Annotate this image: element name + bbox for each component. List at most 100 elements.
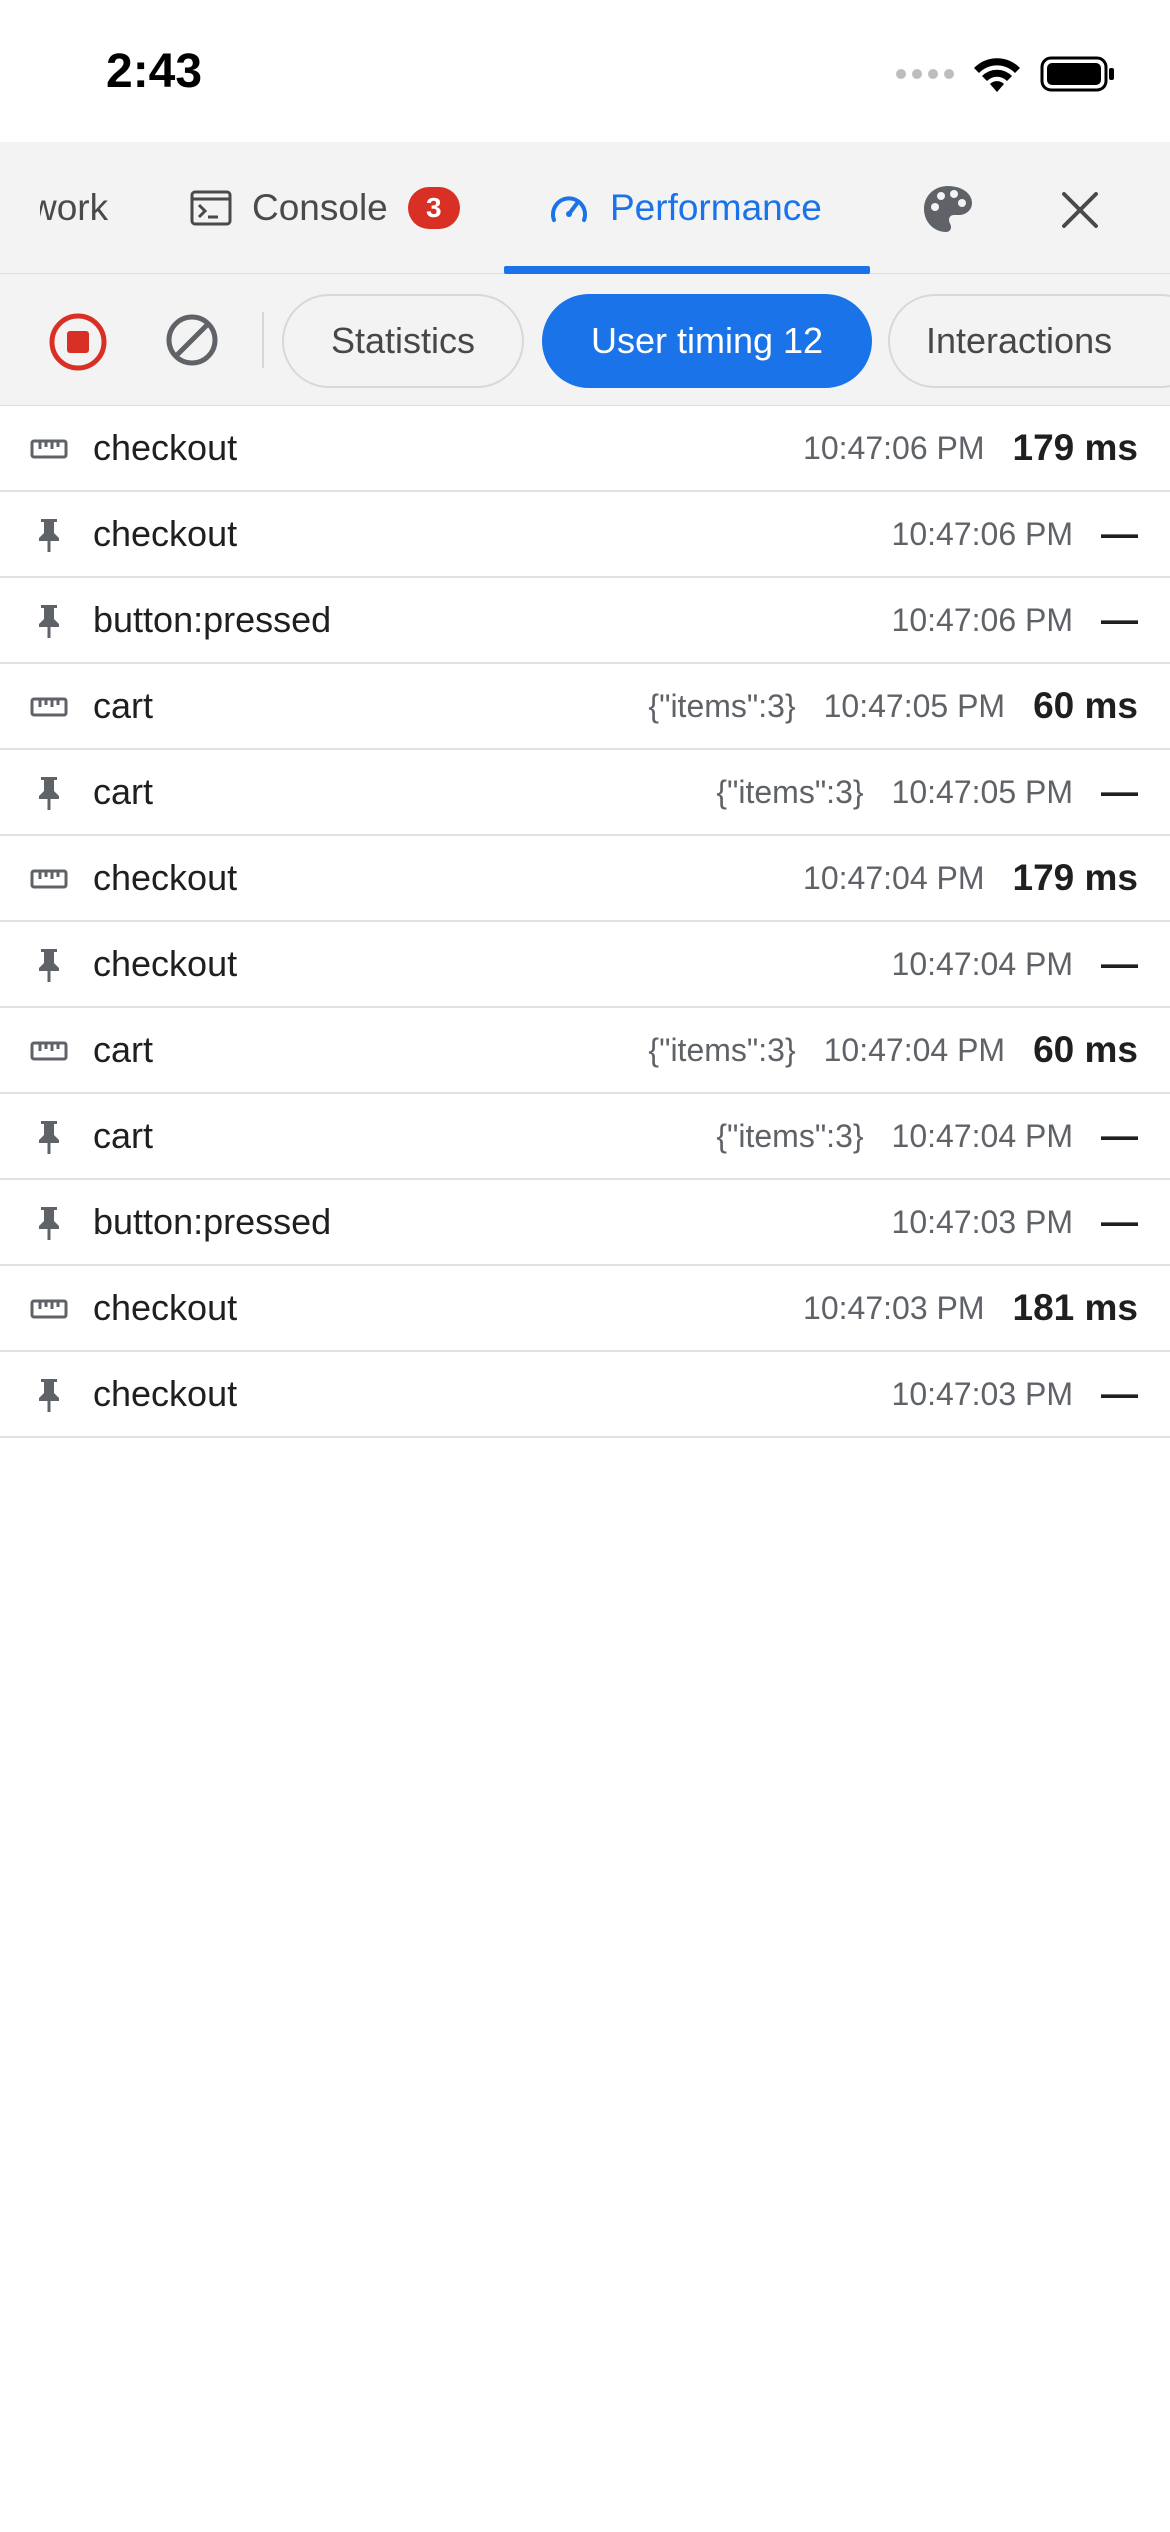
row-duration: —	[1101, 1115, 1138, 1156]
row-meta: {"items":3} 10:47:05 PM —	[716, 771, 1138, 813]
chip-interactions[interactable]: Interactions	[888, 294, 1170, 388]
row-meta: {"items":3} 10:47:05 PM 60 ms	[648, 685, 1138, 727]
console-error-badge: 3	[407, 187, 460, 229]
ruler-icon	[30, 860, 68, 898]
clear-button[interactable]	[164, 312, 220, 368]
table-row[interactable]: checkout 10:47:03 PM —	[0, 1352, 1170, 1438]
user-timing-list: checkout 10:47:06 PM 179 ms checkout 10:47:0…	[0, 406, 1170, 1438]
table-row[interactable]: cart {"items":3} 10:47:05 PM —	[0, 750, 1170, 836]
close-icon[interactable]	[1056, 186, 1104, 234]
row-name: cart	[93, 771, 154, 812]
row-meta: 10:47:03 PM —	[892, 1201, 1138, 1243]
console-icon	[190, 190, 232, 226]
row-name: cart	[93, 1115, 154, 1156]
row-duration: —	[1101, 1373, 1138, 1414]
row-name: cart	[93, 1029, 154, 1070]
row-detail: {"items":3}	[716, 1117, 864, 1154]
row-meta: {"items":3} 10:47:04 PM —	[716, 1115, 1138, 1157]
row-duration: 179 ms	[1012, 857, 1139, 898]
speedometer-icon	[551, 196, 587, 222]
palette-icon[interactable]	[920, 182, 976, 238]
row-timestamp: 10:47:03 PM	[891, 1375, 1073, 1412]
row-timestamp: 10:47:05 PM	[891, 773, 1073, 810]
ruler-icon	[30, 688, 68, 726]
chip-user-timing[interactable]: User timing 12	[542, 294, 872, 388]
row-duration: 60 ms	[1033, 685, 1138, 726]
table-row[interactable]: checkout 10:47:04 PM —	[0, 922, 1170, 1008]
row-meta: 10:47:06 PM 179 ms	[803, 427, 1138, 469]
row-meta: 10:47:04 PM 179 ms	[803, 857, 1138, 899]
row-name: cart	[93, 685, 154, 726]
status-bar: 2:43	[0, 0, 1170, 142]
tab-performance-label: Performance	[610, 187, 822, 228]
chip-statistics[interactable]: Statistics	[282, 294, 524, 388]
row-name: checkout	[93, 1287, 238, 1328]
pin-icon	[30, 1118, 68, 1156]
row-detail: {"items":3}	[648, 1031, 796, 1068]
performance-toolbar: Statistics User timing 12 Interactions	[0, 274, 1170, 406]
row-meta: 10:47:06 PM —	[892, 513, 1138, 555]
wifi-icon	[974, 58, 1020, 92]
active-tab-indicator	[504, 266, 870, 274]
devtools-tab-bar: work Console 3 Performance	[0, 142, 1170, 274]
pin-icon	[30, 774, 68, 812]
table-row[interactable]: cart {"items":3} 10:47:05 PM 60 ms	[0, 664, 1170, 750]
tab-performance[interactable]: Performance	[548, 142, 822, 274]
row-meta: 10:47:03 PM —	[892, 1373, 1138, 1415]
table-row[interactable]: button:pressed 10:47:03 PM —	[0, 1180, 1170, 1266]
tab-console-label: Console	[252, 187, 388, 228]
tab-network-label: work	[30, 187, 109, 228]
table-row[interactable]: button:pressed 10:47:06 PM —	[0, 578, 1170, 664]
table-row[interactable]: checkout 10:47:06 PM 179 ms	[0, 406, 1170, 492]
pin-icon	[30, 1204, 68, 1242]
row-detail: {"items":3}	[716, 773, 864, 810]
row-duration: —	[1101, 943, 1138, 984]
stop-recording-button[interactable]	[48, 312, 108, 372]
battery-icon	[1040, 56, 1114, 92]
toolbar-divider	[262, 312, 264, 368]
row-duration: 179 ms	[1012, 427, 1139, 468]
row-timestamp: 10:47:06 PM	[803, 429, 985, 466]
row-duration: —	[1101, 1201, 1138, 1242]
row-name: checkout	[93, 1373, 238, 1414]
row-timestamp: 10:47:04 PM	[891, 945, 1073, 982]
table-row[interactable]: checkout 10:47:04 PM 179 ms	[0, 836, 1170, 922]
row-timestamp: 10:47:03 PM	[891, 1203, 1073, 1240]
table-row[interactable]: checkout 10:47:03 PM 181 ms	[0, 1266, 1170, 1352]
row-detail: {"items":3}	[648, 687, 796, 724]
row-name: checkout	[93, 857, 238, 898]
table-row[interactable]: cart {"items":3} 10:47:04 PM —	[0, 1094, 1170, 1180]
row-timestamp: 10:47:04 PM	[803, 859, 985, 896]
ruler-icon	[30, 1290, 68, 1328]
cellular-signal-icon	[896, 69, 954, 79]
row-timestamp: 10:47:04 PM	[891, 1117, 1073, 1154]
row-name: checkout	[93, 427, 238, 468]
row-duration: —	[1101, 599, 1138, 640]
tab-network[interactable]: work	[30, 142, 108, 274]
pin-icon	[30, 1376, 68, 1414]
row-duration: 60 ms	[1033, 1029, 1138, 1070]
status-time: 2:43	[106, 45, 203, 98]
pin-icon	[30, 946, 68, 984]
row-duration: —	[1101, 771, 1138, 812]
row-timestamp: 10:47:04 PM	[823, 1031, 1006, 1068]
status-icons	[896, 52, 1116, 96]
ruler-icon	[30, 1032, 68, 1070]
ruler-icon	[30, 430, 68, 468]
row-meta: 10:47:06 PM —	[892, 599, 1138, 641]
row-duration: —	[1101, 513, 1138, 554]
pin-icon	[30, 516, 68, 554]
row-timestamp: 10:47:05 PM	[823, 687, 1006, 724]
table-row[interactable]: checkout 10:47:06 PM —	[0, 492, 1170, 578]
row-duration: 181 ms	[1012, 1287, 1139, 1328]
row-name: button:pressed	[93, 1201, 332, 1242]
pin-icon	[30, 602, 68, 640]
row-timestamp: 10:47:03 PM	[803, 1289, 985, 1326]
row-name: button:pressed	[93, 599, 332, 640]
table-row[interactable]: cart {"items":3} 10:47:04 PM 60 ms	[0, 1008, 1170, 1094]
row-meta: 10:47:03 PM 181 ms	[803, 1287, 1138, 1329]
row-name: checkout	[93, 943, 238, 984]
row-timestamp: 10:47:06 PM	[891, 515, 1073, 552]
row-timestamp: 10:47:06 PM	[891, 601, 1073, 638]
tab-console[interactable]: Console 3	[190, 142, 460, 274]
